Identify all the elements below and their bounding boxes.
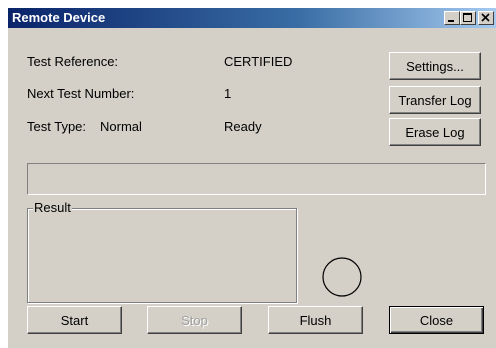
title-bar[interactable]: Remote Device (8, 8, 496, 28)
minimize-icon (448, 20, 454, 22)
maximize-button[interactable] (460, 11, 476, 25)
remote-device-window: Remote Device Test Reference: CERTIFIED … (8, 8, 496, 348)
flush-button[interactable]: Flush (268, 306, 363, 334)
close-window-button[interactable] (478, 11, 494, 25)
progress-bar (27, 163, 486, 195)
next-test-number-value: 1 (224, 86, 232, 101)
settings-button[interactable]: Settings... (389, 52, 481, 80)
test-reference-label: Test Reference: (27, 54, 119, 69)
minimize-button[interactable] (444, 11, 460, 25)
close-icon (481, 13, 490, 22)
window-title: Remote Device (12, 10, 106, 25)
status-text: Ready (224, 119, 262, 134)
result-group-label: Result (33, 200, 72, 215)
stop-button[interactable]: Stop (147, 306, 242, 334)
test-type-value: Normal (100, 119, 142, 134)
test-reference-value: CERTIFIED (224, 54, 293, 69)
erase-log-button[interactable]: Erase Log (389, 118, 481, 146)
maximize-icon (463, 13, 472, 22)
result-group (27, 208, 297, 303)
transfer-log-button[interactable]: Transfer Log (389, 86, 481, 114)
next-test-number-label: Next Test Number: (27, 86, 135, 101)
close-button[interactable]: Close (389, 306, 484, 334)
status-indicator-circle-icon (322, 257, 362, 297)
start-button[interactable]: Start (27, 306, 122, 334)
test-type-label: Test Type: (27, 119, 87, 134)
